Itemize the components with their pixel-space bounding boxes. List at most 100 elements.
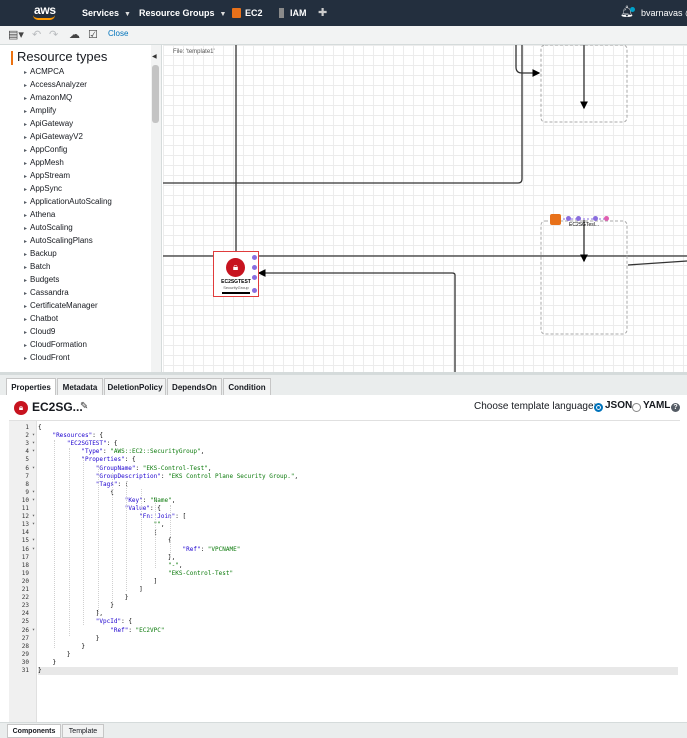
- tab-condition[interactable]: Condition: [223, 378, 271, 396]
- fold-toggle-icon[interactable]: ▾: [32, 432, 35, 438]
- code-editor[interactable]: 1 2 ▾ 3 ▾ 4 ▾ 5 6 ▾ 7 8 9 ▾ 10 ▾ 11 12 ▾ 13 ▾ 14 15 ▾ 16 ▾ 17 18 19 2…: [9, 420, 680, 722]
- iam-shortcut[interactable]: IAM: [290, 0, 307, 26]
- code-line[interactable]: "EC2SGTEST": {: [38, 440, 678, 448]
- undo-icon[interactable]: ↶: [32, 28, 41, 42]
- resource-type-item[interactable]: CloudFormation: [24, 338, 154, 351]
- cloud-upload-icon[interactable]: ☁: [69, 28, 80, 42]
- resource-type-item[interactable]: ApiGateway: [24, 117, 154, 130]
- pencil-icon[interactable]: ✎: [80, 401, 88, 412]
- code-line[interactable]: }: [38, 594, 678, 602]
- resource-type-item[interactable]: AppConfig: [24, 143, 154, 156]
- resource-type-item[interactable]: Budgets: [24, 273, 154, 286]
- code-line[interactable]: },: [38, 554, 678, 562]
- node-port[interactable]: [252, 255, 257, 260]
- tab-properties[interactable]: Properties: [6, 378, 56, 396]
- code-line[interactable]: [: [38, 529, 678, 537]
- resource-type-item[interactable]: CloudFront: [24, 351, 154, 364]
- code-line[interactable]: "Key": "Name",: [38, 497, 678, 505]
- tab-metadata[interactable]: Metadata: [57, 378, 103, 396]
- resource-type-item[interactable]: Batch: [24, 260, 154, 273]
- code-line[interactable]: }: [38, 651, 678, 659]
- security-group-node[interactable]: 🔒︎ EC2SGTEST SecurityGroup: [213, 251, 259, 297]
- code-line[interactable]: "Fn::Join": [: [38, 513, 678, 521]
- aws-logo[interactable]: aws: [30, 2, 60, 22]
- code-line[interactable]: {: [38, 424, 678, 432]
- design-canvas[interactable]: File: 'template1' 🔒︎ EC2SGTEST SecurityG…: [163, 45, 687, 372]
- fold-toggle-icon[interactable]: ▾: [32, 448, 35, 454]
- resource-type-item[interactable]: Chatbot: [24, 312, 154, 325]
- resource-type-item[interactable]: Cassandra: [24, 286, 154, 299]
- scrollbar-thumb[interactable]: [152, 65, 159, 123]
- code-line[interactable]: "GroupName": "EKS-Control-Test",: [38, 465, 678, 473]
- fold-toggle-icon[interactable]: ▾: [32, 627, 35, 633]
- code-line[interactable]: }: [38, 643, 678, 651]
- resource-type-item[interactable]: Backup: [24, 247, 154, 260]
- pin-icon[interactable]: ✚: [318, 6, 327, 19]
- code-line[interactable]: }: [38, 635, 678, 643]
- validate-icon[interactable]: ☑: [88, 28, 98, 42]
- resource-type-item[interactable]: AmazonMQ: [24, 91, 154, 104]
- resource-type-item[interactable]: AppStream: [24, 169, 154, 182]
- fold-toggle-icon[interactable]: ▾: [32, 489, 35, 495]
- resource-type-item[interactable]: Athena: [24, 208, 154, 221]
- resource-type-item[interactable]: AppMesh: [24, 156, 154, 169]
- code-line[interactable]: "Ref": "EC2VPC": [38, 627, 678, 635]
- redo-icon[interactable]: ↷: [49, 28, 58, 42]
- fold-toggle-icon[interactable]: ▾: [32, 537, 35, 543]
- resource-type-item[interactable]: CertificateManager: [24, 299, 154, 312]
- resource-type-item[interactable]: ApplicationAutoScaling: [24, 195, 154, 208]
- json-label[interactable]: JSON: [605, 400, 632, 411]
- resource-type-item[interactable]: ApiGatewayV2: [24, 130, 154, 143]
- account-menu[interactable]: bvarnavas @: [641, 0, 687, 26]
- resource-type-item[interactable]: Cloud9: [24, 325, 154, 338]
- resource-type-item[interactable]: Amplify: [24, 104, 154, 117]
- json-radio[interactable]: [594, 403, 603, 412]
- code-line[interactable]: "EKS-Control-Test": [38, 570, 678, 578]
- fold-toggle-icon[interactable]: ▾: [32, 521, 35, 527]
- node-port[interactable]: [604, 216, 609, 221]
- yaml-radio[interactable]: [632, 403, 641, 412]
- code-line[interactable]: "Resources": {: [38, 432, 678, 440]
- fold-toggle-icon[interactable]: ▾: [32, 513, 35, 519]
- code-line[interactable]: "-",: [38, 562, 678, 570]
- tab-dependson[interactable]: DependsOn: [167, 378, 222, 396]
- collapse-panel-icon[interactable]: ◀: [152, 53, 157, 60]
- code-line[interactable]: ],: [38, 610, 678, 618]
- node-port[interactable]: [252, 265, 257, 270]
- help-icon[interactable]: ?: [671, 403, 680, 412]
- code-line[interactable]: }: [38, 659, 678, 667]
- fold-toggle-icon[interactable]: ▾: [32, 465, 35, 471]
- resource-groups-menu[interactable]: Resource Groups ▼: [139, 0, 226, 26]
- code-line[interactable]: "",: [38, 521, 678, 529]
- resource-type-item[interactable]: ACMPCA: [24, 65, 154, 78]
- yaml-label[interactable]: YAML: [643, 400, 670, 411]
- code-line[interactable]: "Tags": [: [38, 481, 678, 489]
- ec2-instance-icon[interactable]: [550, 214, 561, 225]
- code-line[interactable]: ]: [38, 578, 678, 586]
- resource-type-item[interactable]: AutoScalingPlans: [24, 234, 154, 247]
- code-line[interactable]: "Ref": "VPCNAME": [38, 546, 678, 554]
- code-line[interactable]: {: [38, 537, 678, 545]
- node-port[interactable]: [576, 216, 581, 221]
- tab-template[interactable]: Template: [62, 724, 104, 738]
- fold-toggle-icon[interactable]: ▾: [32, 546, 35, 552]
- tab-deletionpolicy[interactable]: DeletionPolicy: [104, 378, 166, 396]
- fold-toggle-icon[interactable]: ▾: [32, 440, 35, 446]
- services-menu[interactable]: Services ▼: [82, 0, 131, 26]
- code-line[interactable]: "Properties": {: [38, 456, 678, 464]
- code-line[interactable]: "Value": {: [38, 505, 678, 513]
- resource-type-item[interactable]: AccessAnalyzer: [24, 78, 154, 91]
- ec2-shortcut[interactable]: EC2: [245, 0, 263, 26]
- fold-toggle-icon[interactable]: ▾: [32, 497, 35, 503]
- close-button[interactable]: Close: [108, 29, 128, 38]
- code-line[interactable]: {: [38, 489, 678, 497]
- code-line[interactable]: }: [38, 602, 678, 610]
- resource-type-item[interactable]: AutoScaling: [24, 221, 154, 234]
- tab-components[interactable]: Components: [7, 724, 61, 738]
- code-line[interactable]: "Type": "AWS::EC2::SecurityGroup",: [38, 448, 678, 456]
- file-menu-icon[interactable]: ▤▾: [8, 28, 24, 42]
- node-port[interactable]: [252, 275, 257, 280]
- node-port[interactable]: [252, 288, 257, 293]
- node-port[interactable]: [566, 216, 571, 221]
- code-line[interactable]: "GroupDescription": "EKS Control Plane S…: [38, 473, 678, 481]
